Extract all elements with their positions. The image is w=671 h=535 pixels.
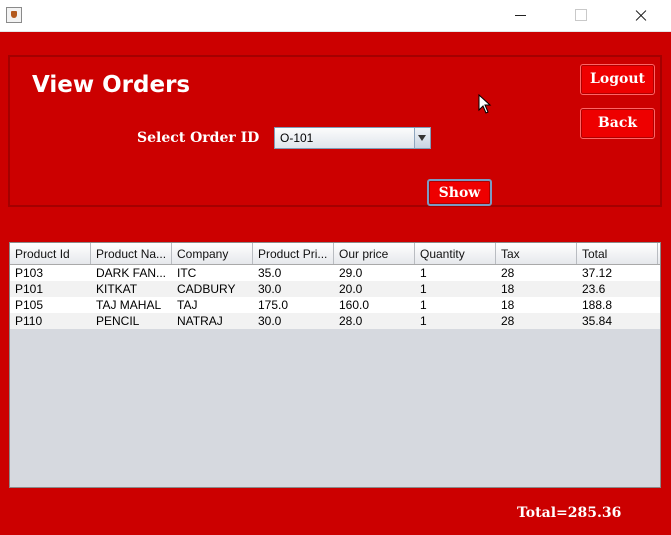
table-cell: CADBURY xyxy=(177,282,236,296)
table-cell: 28 xyxy=(501,266,515,280)
table-cell: 28.0 xyxy=(339,314,363,328)
minimize-icon[interactable] xyxy=(498,0,544,31)
order-id-combobox[interactable]: O-101 xyxy=(274,127,431,149)
table-cell: 1 xyxy=(420,266,427,280)
table-cell: 30.0 xyxy=(258,314,282,328)
chevron-down-icon[interactable] xyxy=(414,128,430,148)
java-cup-icon xyxy=(6,7,22,23)
table-cell: P101 xyxy=(15,282,44,296)
column-header[interactable]: Our price xyxy=(334,243,415,264)
table-cell: 18 xyxy=(501,298,515,312)
column-header[interactable]: Company xyxy=(172,243,253,264)
close-icon[interactable] xyxy=(617,0,663,31)
table-cell: 35.84 xyxy=(582,314,613,328)
window-titlebar xyxy=(0,0,671,32)
column-header[interactable]: Product Id xyxy=(10,243,91,264)
table-cell: 1 xyxy=(420,298,427,312)
column-header[interactable]: Tax xyxy=(496,243,577,264)
table-cell: TAJ xyxy=(177,298,198,312)
table-cell: 18 xyxy=(501,282,515,296)
table-header: Product Id Product Na... Company Product… xyxy=(10,243,660,265)
table-cell: P105 xyxy=(15,298,44,312)
table-cell: DARK FAN... xyxy=(96,266,167,280)
table-cell: 23.6 xyxy=(582,282,606,296)
order-total: Total=285.36 xyxy=(517,505,622,521)
table-cell: 20.0 xyxy=(339,282,363,296)
table-cell: P110 xyxy=(15,314,43,328)
column-header[interactable]: Product Pri... xyxy=(253,243,334,264)
table-cell: 188.8 xyxy=(582,298,613,312)
table-cell: 35.0 xyxy=(258,266,282,280)
table-cell: 28 xyxy=(501,314,515,328)
table-cell: KITKAT xyxy=(96,282,138,296)
table-cell: 1 xyxy=(420,314,427,328)
table-cell: 175.0 xyxy=(258,298,289,312)
select-order-label: Select Order ID xyxy=(137,130,260,146)
back-button[interactable]: Back xyxy=(580,108,655,139)
table-row[interactable]: P105 TAJ MAHAL TAJ 175.0 160.0 1 18 188.… xyxy=(10,297,660,313)
column-header[interactable]: Quantity xyxy=(415,243,496,264)
table-row[interactable]: P101 KITKAT CADBURY 30.0 20.0 1 18 23.6 xyxy=(10,281,660,297)
table-cell: 1 xyxy=(420,282,427,296)
show-button[interactable]: Show xyxy=(427,179,492,206)
logout-button[interactable]: Logout xyxy=(580,64,655,95)
column-header[interactable]: Total xyxy=(577,243,658,264)
selected-order-id: O-101 xyxy=(280,131,314,145)
table-body: P103 DARK FAN... ITC 35.0 29.0 1 28 37.1… xyxy=(10,265,660,329)
maximize-icon[interactable] xyxy=(558,0,604,31)
table-cell: NATRAJ xyxy=(177,314,223,328)
column-header[interactable]: Product Na... xyxy=(91,243,172,264)
table-cell: 29.0 xyxy=(339,266,363,280)
table-cell: 30.0 xyxy=(258,282,282,296)
table-cell: 37.12 xyxy=(582,266,613,280)
table-cell: ITC xyxy=(177,266,197,280)
table-cell: PENCIL xyxy=(96,314,140,328)
table-cell: P103 xyxy=(15,266,44,280)
orders-table[interactable]: Product Id Product Na... Company Product… xyxy=(9,242,661,488)
table-cell: TAJ MAHAL xyxy=(96,298,162,312)
table-row[interactable]: P110 PENCIL NATRAJ 30.0 28.0 1 28 35.84 xyxy=(10,313,660,329)
page-title: View Orders xyxy=(32,72,191,98)
table-cell: 160.0 xyxy=(339,298,370,312)
table-row[interactable]: P103 DARK FAN... ITC 35.0 29.0 1 28 37.1… xyxy=(10,265,660,281)
